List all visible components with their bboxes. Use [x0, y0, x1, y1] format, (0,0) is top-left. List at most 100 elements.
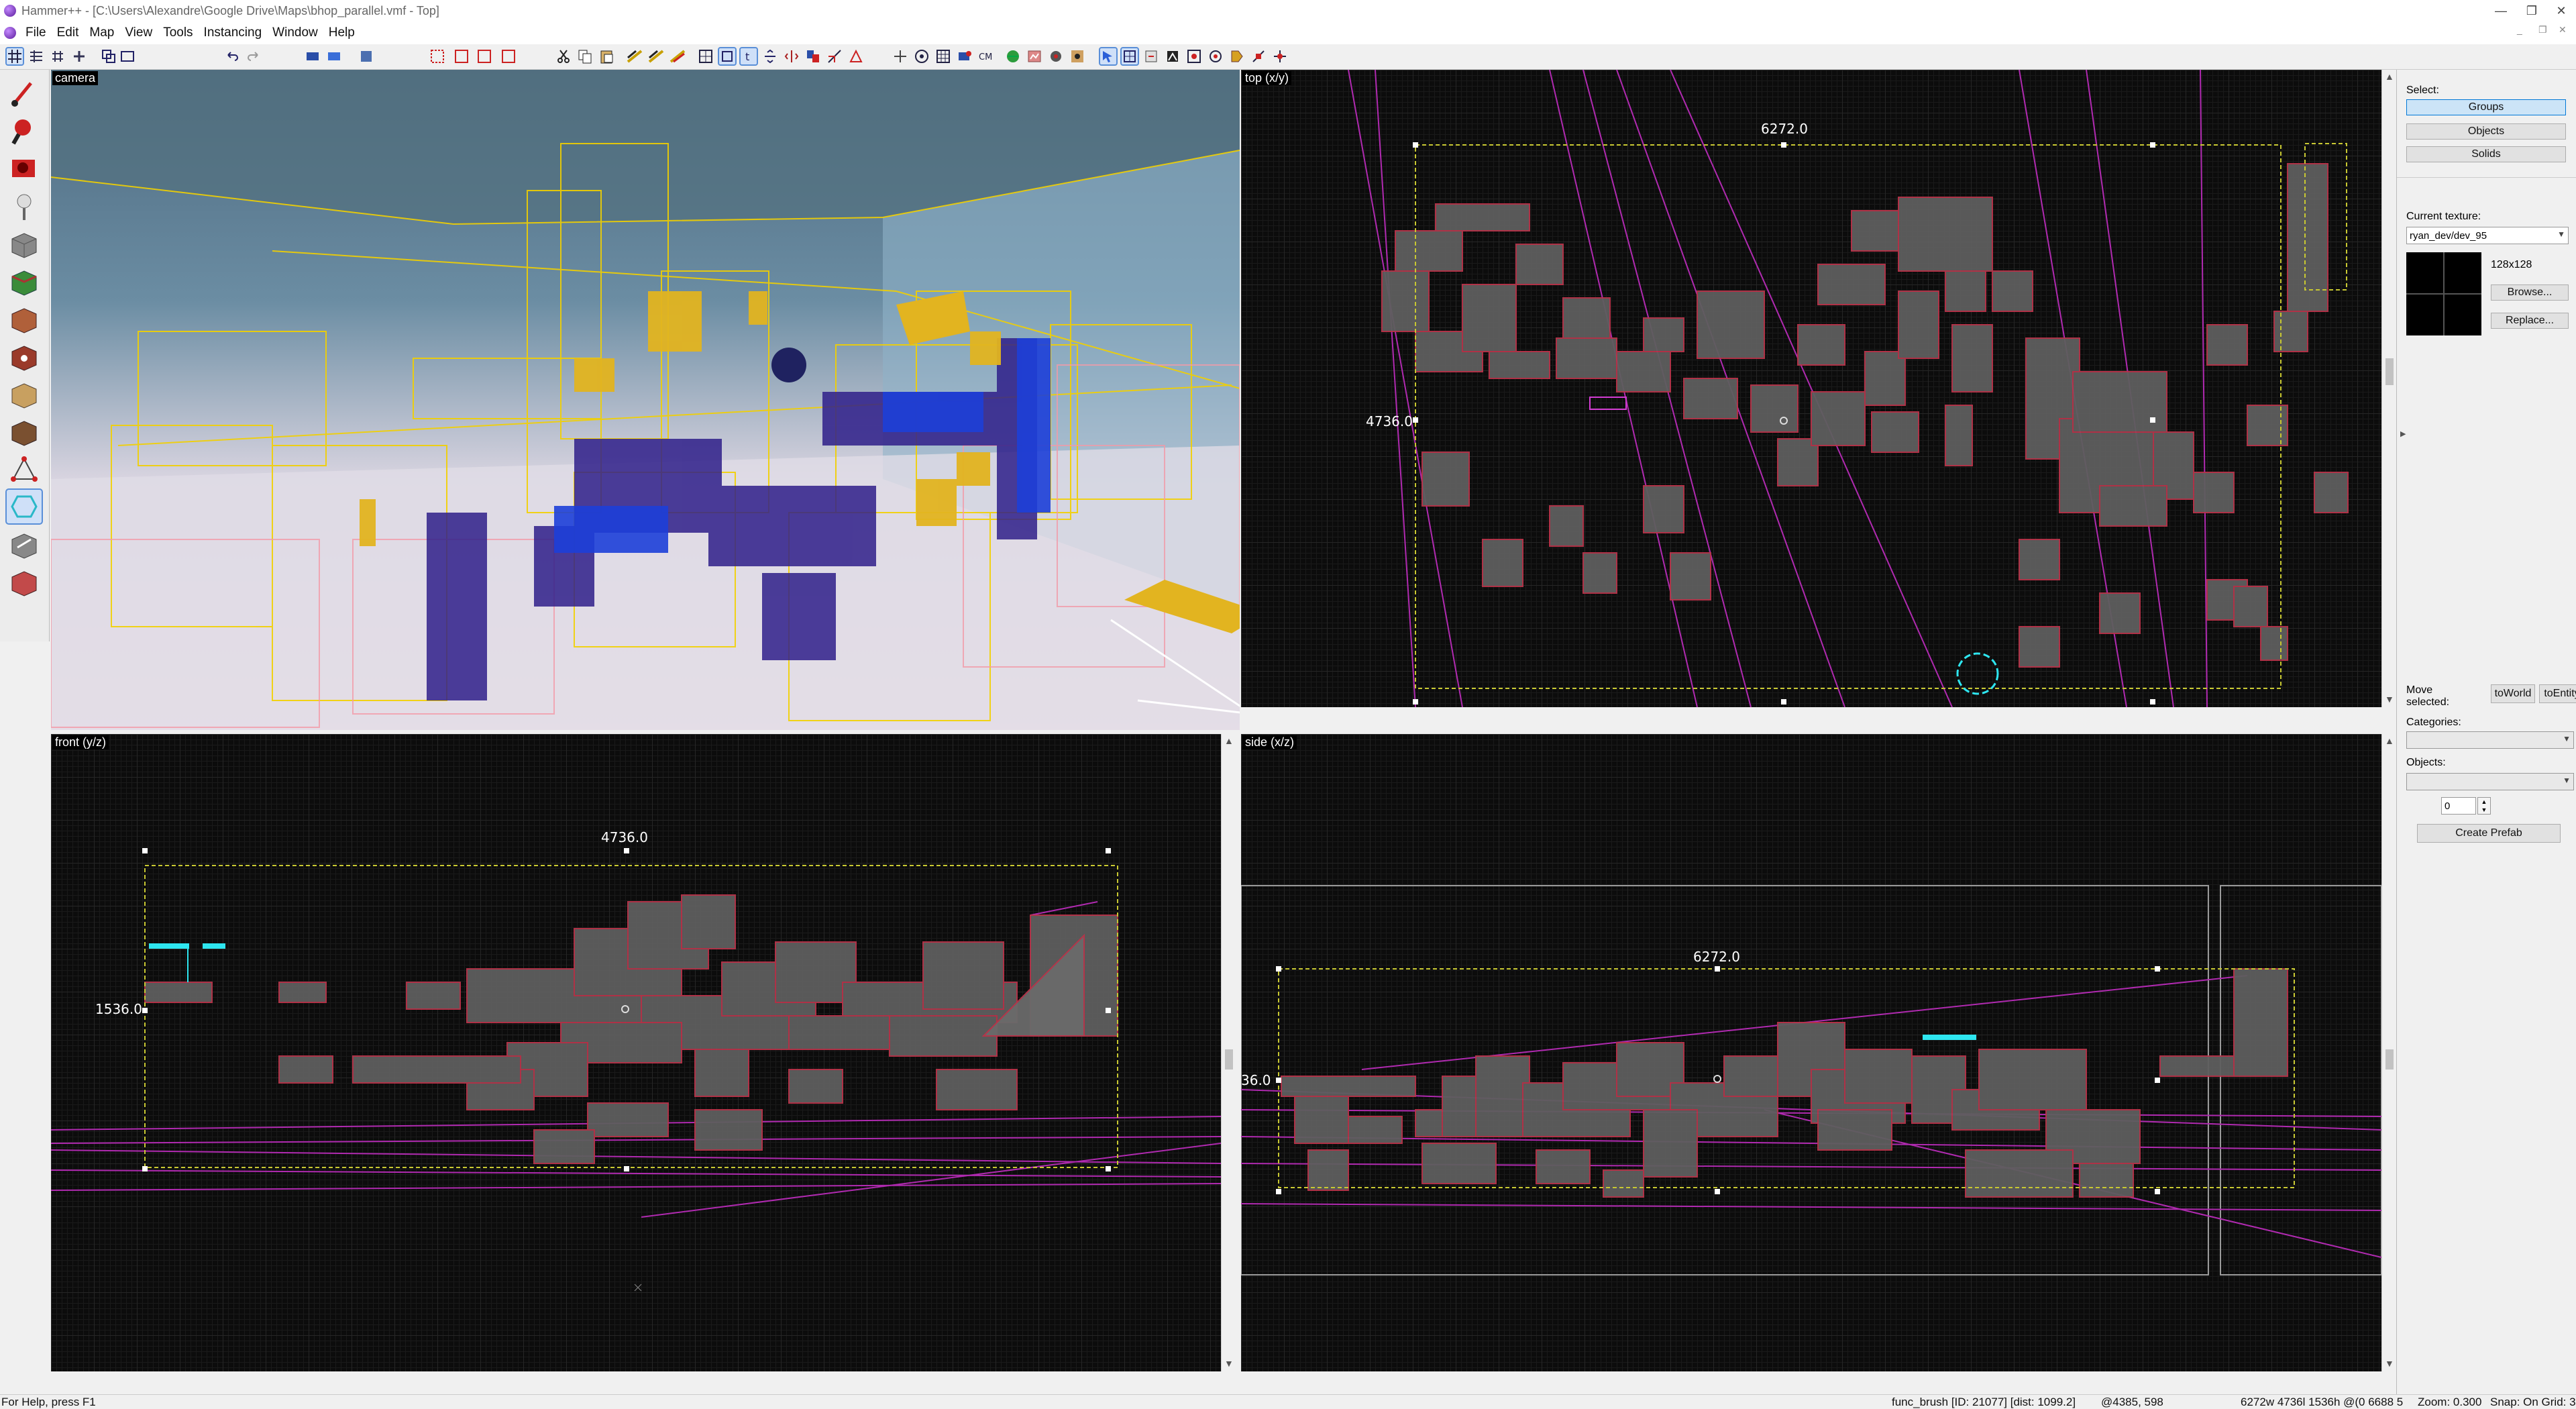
- cordon-list-icon[interactable]: [476, 48, 492, 64]
- menu-edit[interactable]: Edit: [52, 25, 85, 40]
- texture-shift-icon[interactable]: [669, 48, 686, 64]
- decal-tool-icon[interactable]: [7, 340, 42, 373]
- texture-scale-lock-icon[interactable]: [648, 48, 664, 64]
- side-vertical-scrollbar[interactable]: ▲ ▼: [2381, 734, 2396, 1371]
- show-objects-icon[interactable]: [326, 48, 342, 64]
- to-entity-button[interactable]: toEntity: [2539, 684, 2576, 703]
- scroll-up-icon[interactable]: ▲: [2385, 71, 2394, 82]
- 3d-grid-icon[interactable]: [28, 48, 44, 64]
- run-map-icon[interactable]: [1005, 48, 1021, 64]
- scroll-down-icon[interactable]: ▼: [2385, 694, 2394, 704]
- check-problems-icon[interactable]: [957, 48, 973, 64]
- path-tool-icon[interactable]: [5, 488, 43, 525]
- model-icon[interactable]: [1165, 48, 1181, 64]
- menu-help[interactable]: Help: [323, 25, 360, 40]
- entity-report-icon[interactable]: [892, 48, 908, 64]
- sound-icon[interactable]: [1186, 48, 1202, 64]
- front-viewport[interactable]: front (y/z) 4736.0 1536.0: [51, 734, 1221, 1371]
- map-settings-icon[interactable]: [1272, 48, 1288, 64]
- cordon-tool-icon[interactable]: [7, 527, 42, 561]
- rotate-icon[interactable]: [805, 48, 821, 64]
- top-viewport[interactable]: top (x/y) 6272.0 4736.0: [1241, 70, 2381, 707]
- cordon-toggle-icon[interactable]: [500, 48, 517, 64]
- selection-bounds-icon[interactable]: [718, 47, 737, 66]
- magnify-tool-icon[interactable]: [7, 114, 42, 148]
- top-vertical-scrollbar[interactable]: ▲ ▼: [2381, 70, 2396, 707]
- undo-icon[interactable]: [224, 48, 240, 64]
- menu-instancing[interactable]: Instancing: [199, 25, 268, 40]
- overlay-tool-icon[interactable]: [7, 377, 42, 411]
- front-vscroll-thumb[interactable]: [1225, 1049, 1233, 1069]
- cordon-icon[interactable]: [429, 48, 445, 64]
- side-viewport[interactable]: side (x/z) 6272.0 36.0: [1241, 734, 2381, 1371]
- select-by-handles-icon[interactable]: [1120, 47, 1139, 66]
- cubemap-icon[interactable]: CM: [978, 48, 994, 64]
- scroll-down-icon[interactable]: ▼: [1224, 1358, 1234, 1369]
- hide-unselected-icon[interactable]: [358, 48, 374, 64]
- texture-preview[interactable]: [2406, 252, 2481, 335]
- grid-smaller-icon[interactable]: [50, 48, 66, 64]
- expand-icon[interactable]: ▶: [2400, 429, 2406, 438]
- tag-icon[interactable]: [1229, 48, 1245, 64]
- replace-texture-button[interactable]: Replace...: [2491, 313, 2569, 329]
- sculpt-tool-icon[interactable]: [7, 565, 42, 598]
- flip-horizontal-icon[interactable]: [784, 48, 800, 64]
- block-tool-icon[interactable]: [7, 227, 42, 260]
- camera-tool-icon[interactable]: [7, 152, 42, 185]
- move-entities-icon[interactable]: [1143, 48, 1159, 64]
- menu-map[interactable]: Map: [84, 25, 119, 40]
- current-texture-select[interactable]: ryan_dev/dev_95 ▼: [2406, 227, 2569, 244]
- carve-icon[interactable]: [101, 48, 117, 64]
- overlay-icon[interactable]: [1208, 48, 1224, 64]
- mdi-restore-button[interactable]: ❐: [2538, 24, 2547, 36]
- text-tool-icon[interactable]: t: [739, 47, 758, 66]
- paste-icon[interactable]: [598, 48, 614, 64]
- top-vscroll-thumb[interactable]: [2385, 358, 2394, 385]
- select-objects-button[interactable]: Objects: [2406, 123, 2566, 140]
- redo-icon[interactable]: [246, 48, 262, 64]
- camera-viewport[interactable]: camera: [51, 70, 1240, 730]
- group-icon[interactable]: [119, 48, 136, 64]
- texture-lock-icon[interactable]: [627, 48, 643, 64]
- selection-tool-icon[interactable]: [7, 76, 42, 110]
- compile-icon[interactable]: [935, 48, 951, 64]
- lighting-preview-icon[interactable]: [1026, 48, 1042, 64]
- copy-icon[interactable]: [577, 48, 593, 64]
- menu-tools[interactable]: Tools: [158, 25, 198, 40]
- entity-icon[interactable]: [1048, 48, 1064, 64]
- side-vscroll-thumb[interactable]: [2385, 1049, 2394, 1069]
- create-prefab-button[interactable]: Create Prefab: [2417, 824, 2561, 843]
- flip-vertical-icon[interactable]: [762, 48, 778, 64]
- entity-tool-icon[interactable]: [7, 189, 42, 223]
- objects-select[interactable]: ▼: [2406, 773, 2574, 790]
- browse-texture-button[interactable]: Browse...: [2491, 284, 2569, 301]
- grid-larger-icon[interactable]: [71, 48, 87, 64]
- to-world-button[interactable]: toWorld: [2491, 684, 2535, 703]
- mdi-close-button[interactable]: ✕: [2559, 24, 2567, 36]
- scroll-up-icon[interactable]: ▲: [2385, 735, 2394, 746]
- radius-culling-icon[interactable]: [698, 48, 714, 64]
- scroll-down-icon[interactable]: ▼: [2385, 1358, 2394, 1369]
- scroll-up-icon[interactable]: ▲: [1224, 735, 1234, 746]
- path-icon[interactable]: [1250, 48, 1267, 64]
- categories-select[interactable]: ▼: [2406, 731, 2574, 749]
- clipping-tool-icon[interactable]: [7, 415, 42, 448]
- texture-application-icon[interactable]: [7, 264, 42, 298]
- find-entities-icon[interactable]: [914, 48, 930, 64]
- select-groups-button[interactable]: Groups: [2406, 99, 2566, 115]
- auto-select-icon[interactable]: [1099, 47, 1118, 66]
- select-solids-button[interactable]: Solids: [2406, 146, 2566, 162]
- grid-toggle-icon[interactable]: [5, 47, 24, 66]
- close-button[interactable]: ✕: [2542, 0, 2576, 21]
- prefab-count-stepper[interactable]: ▲ ▼: [2477, 797, 2491, 815]
- decal-icon[interactable]: [1069, 48, 1085, 64]
- apply-texture-icon[interactable]: [7, 302, 42, 335]
- document-icon[interactable]: [4, 27, 16, 39]
- menu-file[interactable]: File: [20, 25, 52, 40]
- menu-window[interactable]: Window: [267, 25, 323, 40]
- hide-objects-icon[interactable]: [305, 48, 321, 64]
- front-vertical-scrollbar[interactable]: ▲ ▼: [1221, 734, 1236, 1371]
- cut-icon[interactable]: [555, 48, 572, 64]
- menu-view[interactable]: View: [119, 25, 158, 40]
- vertex-tool-icon[interactable]: [7, 452, 42, 486]
